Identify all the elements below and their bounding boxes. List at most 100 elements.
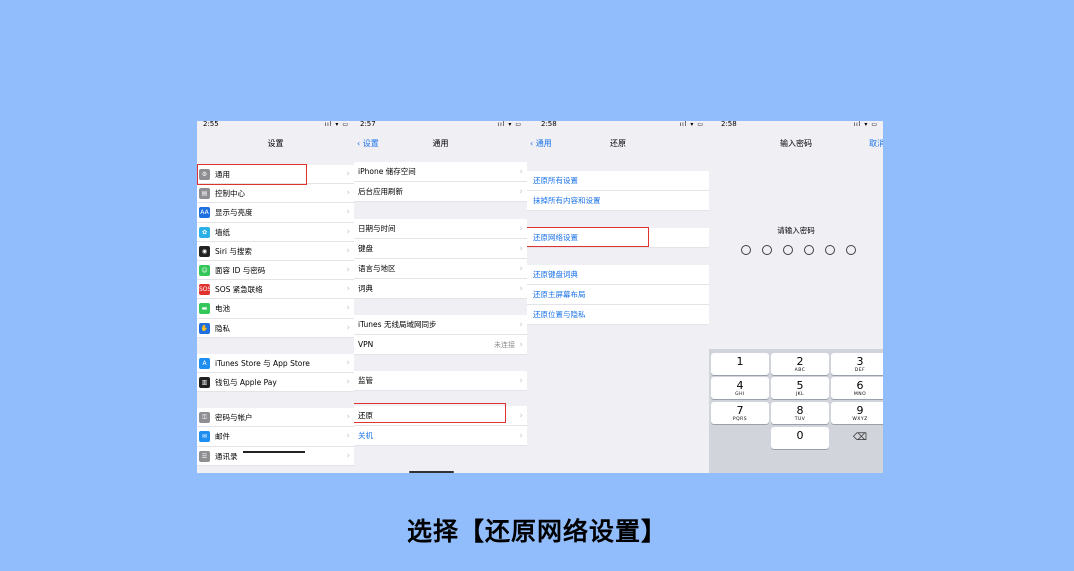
status-indicators: ııl ▾ ▭: [324, 121, 349, 128]
status-indicators: ııl ▾ ▭: [497, 121, 522, 128]
list-item[interactable]: ▤ 控制中心 ›: [197, 184, 354, 204]
list-item[interactable]: 还原键盘词典: [527, 265, 709, 285]
list-item-label: 还原位置与隐私: [533, 310, 586, 319]
keypad-key-8[interactable]: 8 TUV: [771, 402, 829, 424]
chevron-right-icon: ›: [346, 322, 350, 333]
numeric-keypad: 1 2 ABC 3 DEF 4 GHI 5 JKL 6 MNO 7 PQRS 8 TUV 9 WXYZ 0 ⌫: [709, 349, 883, 473]
keypad-key-3[interactable]: 3 DEF: [831, 353, 883, 375]
keypad-letters: JKL: [795, 392, 805, 397]
list-item-label: 还原: [358, 411, 373, 420]
passcode-dots: [739, 245, 859, 257]
keypad-letters: MNO: [853, 392, 867, 397]
battery-icon: ▬: [199, 303, 210, 315]
chevron-right-icon: ›: [346, 226, 350, 237]
list-item[interactable]: 词典 ›: [354, 279, 527, 299]
list-item[interactable]: ⚙ 通用 ›: [197, 165, 354, 185]
list-item[interactable]: 还原主屏幕布局: [527, 285, 709, 305]
page-title: 设置: [267, 139, 284, 148]
keypad-letters: TUV: [794, 417, 806, 422]
list-item[interactable]: 语言与地区 ›: [354, 259, 527, 279]
list-item[interactable]: 还原所有设置: [527, 171, 709, 191]
keypad-key-5[interactable]: 5 JKL: [771, 377, 829, 399]
list-item[interactable]: ✉ 邮件 ›: [197, 427, 354, 447]
list-item-label: 还原键盘词典: [533, 270, 578, 279]
passcode-dot: [741, 245, 751, 255]
chevron-right-icon: ›: [346, 412, 350, 423]
general-icon: ⚙: [199, 169, 210, 181]
list-item-label: 电池: [215, 304, 230, 314]
list-item[interactable]: ✋ 隐私 ›: [197, 318, 354, 338]
list-item-label: 隐私: [215, 323, 230, 333]
list-item[interactable]: iTunes 无线局域网同步 ›: [354, 315, 527, 335]
list-item-label: 面容 ID 与密码: [215, 266, 266, 275]
list-item[interactable]: iPhone 储存空间 ›: [354, 162, 527, 182]
page-title: 还原: [610, 139, 626, 148]
cancel-button[interactable]: 取消: [869, 138, 883, 149]
list-item[interactable]: 后台应用刷新 ›: [354, 182, 527, 202]
reset-screen: 2:58 ııl ▾ ▭ ‹ 通用 还原 还原所有设置 抹掉所有内容和设置 还原网络…: [527, 121, 709, 473]
list-item[interactable]: ✿ 墙纸 ›: [197, 222, 354, 242]
keypad-key-1[interactable]: 1: [711, 353, 769, 375]
list-item[interactable]: AiTunes Store 与 App Store ›: [197, 353, 354, 373]
list-item-label: iTunes 无线局域网同步: [358, 320, 437, 329]
mail-icon: ✉: [199, 431, 210, 443]
keypad-key-7[interactable]: 7 PQRS: [711, 402, 769, 424]
list-item-label: 后台应用刷新: [358, 187, 403, 196]
keypad-digit: 0: [796, 429, 804, 442]
list-item[interactable]: ⚿ 密码与帐户 ›: [197, 408, 354, 428]
keypad-letters: PQRS: [732, 417, 748, 422]
list-item-label: 还原主屏幕布局: [533, 290, 586, 299]
list-item[interactable]: ◉ Siri 与搜索 ›: [197, 241, 354, 261]
status-time: 2:58: [541, 121, 557, 128]
chevron-right-icon: ›: [346, 431, 350, 442]
list-item[interactable]: AA 显示与亮度 ›: [197, 203, 354, 223]
chevron-right-icon: ›: [346, 169, 350, 179]
wallet-icon: ▥: [199, 377, 210, 389]
caption-text: 选择【还原网络设置】: [406, 517, 667, 546]
list-item[interactable]: ▥ 钱包与 Apple Pay ›: [197, 373, 354, 393]
home-indicator: [409, 471, 454, 473]
chevron-right-icon: ›: [346, 188, 350, 199]
sos-icon: SOS: [199, 284, 212, 296]
list-item[interactable]: ☺ 面容 ID 与密码 ›: [197, 261, 354, 281]
list-item-label: 还原所有设置: [533, 176, 578, 185]
list-item[interactable]: 抹掉所有内容和设置: [527, 191, 709, 211]
list-item-label: VPN: [358, 340, 374, 349]
list-item-label: 键盘: [358, 244, 373, 253]
keypad-key-6[interactable]: 6 MNO: [831, 377, 883, 399]
keypad-key-2[interactable]: 2 ABC: [771, 353, 829, 375]
keypad-digit: 9: [856, 404, 864, 417]
list-item[interactable]: 关机 ›: [354, 426, 527, 446]
privacy-icon: ✋: [199, 322, 210, 334]
list-item[interactable]: SOS SOS 紧急联络 ›: [197, 280, 354, 300]
status-bar: 2:57 ııl ▾ ▭: [354, 121, 527, 128]
app-store-icon: A: [199, 357, 210, 369]
list-item-label: 抹掉所有内容和设置: [533, 196, 601, 205]
keypad-key-9[interactable]: 9 WXYZ: [831, 402, 883, 424]
chevron-right-icon: ›: [519, 284, 523, 294]
keypad-digit: 4: [736, 379, 744, 392]
keypad-letters: DEF: [854, 368, 866, 373]
list-item[interactable]: 监管 ›: [354, 371, 527, 391]
list-item[interactable]: 还原位置与隐私: [527, 305, 709, 325]
chevron-right-icon: ›: [346, 245, 350, 256]
list-item[interactable]: ☰ 通讯录 ›: [197, 446, 354, 466]
list-item-label: 密码与帐户: [215, 413, 253, 423]
wallpaper-icon: ✿: [199, 226, 210, 238]
control-center-icon: ▤: [199, 188, 210, 200]
list-item[interactable]: VPN 未连接 ›: [354, 335, 527, 355]
list-item[interactable]: 日期与时间 ›: [354, 219, 527, 239]
list-item[interactable]: 还原网络设置: [527, 228, 709, 248]
chevron-right-icon: ›: [346, 357, 350, 368]
keypad-key-0[interactable]: 0: [771, 427, 829, 449]
nav-bar: ‹ 通用 还原: [527, 133, 709, 155]
status-indicators: ııl ▾ ▭: [853, 121, 878, 128]
delete-icon[interactable]: ⌫: [831, 427, 883, 449]
keypad-key-4[interactable]: 4 GHI: [711, 377, 769, 399]
chevron-right-icon: ›: [346, 303, 350, 314]
list-item[interactable]: 还原 ›: [354, 406, 527, 426]
nav-bar: ‹ 设置 通用: [354, 133, 527, 155]
list-item[interactable]: 键盘 ›: [354, 239, 527, 259]
list-item[interactable]: ▬ 电池 ›: [197, 299, 354, 319]
chevron-right-icon: ›: [346, 377, 350, 387]
